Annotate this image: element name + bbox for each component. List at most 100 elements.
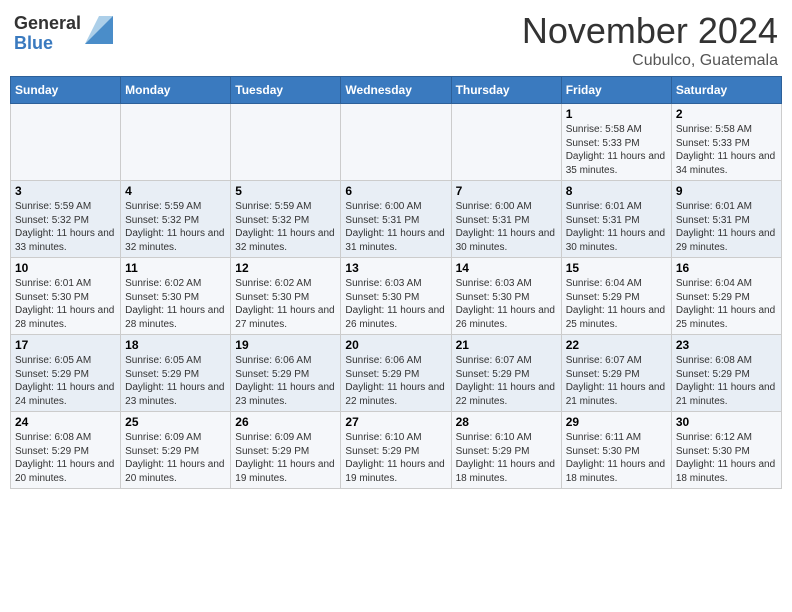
calendar-cell: 13 Sunrise: 6:03 AMSunset: 5:30 PMDayligh…	[341, 258, 451, 335]
day-number: 29	[566, 415, 667, 429]
day-number: 13	[345, 261, 446, 275]
day-number: 16	[676, 261, 777, 275]
calendar-cell: 2 Sunrise: 5:58 AMSunset: 5:33 PMDaylight…	[671, 104, 781, 181]
day-info: Sunrise: 6:06 AMSunset: 5:29 PMDaylight:…	[345, 354, 446, 408]
calendar-cell: 11Sunrise: 6:02 AMSunset: 5:30 PMDayligh…	[121, 258, 231, 335]
location: Cubulco, Guatemala	[522, 52, 778, 70]
day-info: Sunrise: 6:04 AMSunset: 5:29 PMDaylight:…	[566, 277, 667, 331]
calendar-cell: 25 Sunrise: 6:09 AMSunset: 5:29 PMDayligh…	[121, 412, 231, 489]
day-number: 25	[125, 415, 226, 429]
calendar-cell	[231, 104, 341, 181]
calendar-cell: 6Sunrise: 6:00 AMSunset: 5:31 PMDaylight…	[341, 181, 451, 258]
weekday-header-sunday: Sunday	[11, 77, 121, 104]
day-info: Sunrise: 5:58 AMSunset: 5:33 PMDaylight:…	[676, 123, 777, 177]
calendar-cell: 3Sunrise: 5:59 AMSunset: 5:32 PMDaylight…	[11, 181, 121, 258]
calendar-cell: 16 Sunrise: 6:04 AMSunset: 5:29 PMDayligh…	[671, 258, 781, 335]
calendar-cell: 26 Sunrise: 6:09 AMSunset: 5:29 PMDayligh…	[231, 412, 341, 489]
calendar-table: SundayMondayTuesdayWednesdayThursdayFrid…	[10, 76, 782, 489]
weekday-header-saturday: Saturday	[671, 77, 781, 104]
calendar-cell: 8Sunrise: 6:01 AMSunset: 5:31 PMDaylight…	[561, 181, 671, 258]
day-number: 20	[345, 338, 446, 352]
calendar-week-3: 10 Sunrise: 6:01 AMSunset: 5:30 PMDayligh…	[11, 258, 782, 335]
day-info: Sunrise: 6:05 AMSunset: 5:29 PMDaylight:…	[125, 354, 226, 408]
day-info: Sunrise: 6:04 AMSunset: 5:29 PMDaylight:…	[676, 277, 777, 331]
day-info: Sunrise: 6:00 AMSunset: 5:31 PMDaylight:…	[345, 200, 446, 254]
title-block: November 2024 Cubulco, Guatemala	[522, 10, 778, 70]
day-number: 14	[456, 261, 557, 275]
day-info: Sunrise: 6:06 AMSunset: 5:29 PMDaylight:…	[235, 354, 336, 408]
day-info: Sunrise: 6:07 AMSunset: 5:29 PMDaylight:…	[566, 354, 667, 408]
calendar-week-5: 24Sunrise: 6:08 AMSunset: 5:29 PMDayligh…	[11, 412, 782, 489]
day-info: Sunrise: 6:08 AMSunset: 5:29 PMDaylight:…	[676, 354, 777, 408]
calendar-cell: 22 Sunrise: 6:07 AMSunset: 5:29 PMDayligh…	[561, 335, 671, 412]
calendar-cell: 4 Sunrise: 5:59 AMSunset: 5:32 PMDaylight…	[121, 181, 231, 258]
day-number: 24	[15, 415, 116, 429]
calendar-header: SundayMondayTuesdayWednesdayThursdayFrid…	[11, 77, 782, 104]
calendar-week-1: 1 Sunrise: 5:58 AMSunset: 5:33 PMDaylight…	[11, 104, 782, 181]
month-title: November 2024	[522, 10, 778, 52]
day-number: 23	[676, 338, 777, 352]
day-info: Sunrise: 6:03 AMSunset: 5:30 PMDaylight:…	[345, 277, 446, 331]
day-number: 26	[235, 415, 336, 429]
calendar-week-4: 17 Sunrise: 6:05 AMSunset: 5:29 PMDayligh…	[11, 335, 782, 412]
day-number: 10	[15, 261, 116, 275]
day-info: Sunrise: 6:02 AMSunset: 5:30 PMDaylight:…	[235, 277, 336, 331]
day-number: 22	[566, 338, 667, 352]
calendar-cell: 20 Sunrise: 6:06 AMSunset: 5:29 PMDayligh…	[341, 335, 451, 412]
day-number: 4	[125, 184, 226, 198]
day-info: Sunrise: 6:00 AMSunset: 5:31 PMDaylight:…	[456, 200, 557, 254]
day-info: Sunrise: 6:10 AMSunset: 5:29 PMDaylight:…	[345, 431, 446, 485]
calendar-cell: 9 Sunrise: 6:01 AMSunset: 5:31 PMDaylight…	[671, 181, 781, 258]
calendar-week-2: 3Sunrise: 5:59 AMSunset: 5:32 PMDaylight…	[11, 181, 782, 258]
weekday-header-monday: Monday	[121, 77, 231, 104]
day-info: Sunrise: 5:58 AMSunset: 5:33 PMDaylight:…	[566, 123, 667, 177]
page-header: General Blue November 2024 Cubulco, Guat…	[10, 10, 782, 70]
calendar-cell: 10 Sunrise: 6:01 AMSunset: 5:30 PMDayligh…	[11, 258, 121, 335]
day-info: Sunrise: 6:09 AMSunset: 5:29 PMDaylight:…	[235, 431, 336, 485]
calendar-cell	[341, 104, 451, 181]
calendar-cell: 14 Sunrise: 6:03 AMSunset: 5:30 PMDayligh…	[451, 258, 561, 335]
calendar-cell: 15Sunrise: 6:04 AMSunset: 5:29 PMDayligh…	[561, 258, 671, 335]
day-number: 9	[676, 184, 777, 198]
logo-general-text: General	[14, 14, 81, 34]
day-info: Sunrise: 6:09 AMSunset: 5:29 PMDaylight:…	[125, 431, 226, 485]
calendar-cell: 1 Sunrise: 5:58 AMSunset: 5:33 PMDaylight…	[561, 104, 671, 181]
day-info: Sunrise: 6:01 AMSunset: 5:30 PMDaylight:…	[15, 277, 116, 331]
calendar-cell	[451, 104, 561, 181]
day-number: 28	[456, 415, 557, 429]
day-info: Sunrise: 5:59 AMSunset: 5:32 PMDaylight:…	[125, 200, 226, 254]
logo: General Blue	[14, 14, 113, 54]
day-info: Sunrise: 6:01 AMSunset: 5:31 PMDaylight:…	[566, 200, 667, 254]
day-info: Sunrise: 6:10 AMSunset: 5:29 PMDaylight:…	[456, 431, 557, 485]
calendar-cell: 23 Sunrise: 6:08 AMSunset: 5:29 PMDayligh…	[671, 335, 781, 412]
day-number: 30	[676, 415, 777, 429]
day-info: Sunrise: 6:02 AMSunset: 5:30 PMDaylight:…	[125, 277, 226, 331]
day-info: Sunrise: 6:01 AMSunset: 5:31 PMDaylight:…	[676, 200, 777, 254]
day-info: Sunrise: 6:11 AMSunset: 5:30 PMDaylight:…	[566, 431, 667, 485]
logo-icon	[85, 16, 113, 44]
weekday-header-wednesday: Wednesday	[341, 77, 451, 104]
calendar-cell: 18Sunrise: 6:05 AMSunset: 5:29 PMDayligh…	[121, 335, 231, 412]
calendar-cell: 24Sunrise: 6:08 AMSunset: 5:29 PMDayligh…	[11, 412, 121, 489]
calendar-cell: 17Sunrise: 6:05 AMSunset: 5:29 PMDayligh…	[11, 335, 121, 412]
day-number: 19	[235, 338, 336, 352]
day-number: 7	[456, 184, 557, 198]
day-number: 17	[15, 338, 116, 352]
day-info: Sunrise: 5:59 AMSunset: 5:32 PMDaylight:…	[235, 200, 336, 254]
day-number: 1	[566, 107, 667, 121]
calendar-cell: 29 Sunrise: 6:11 AMSunset: 5:30 PMDayligh…	[561, 412, 671, 489]
calendar-cell: 30 Sunrise: 6:12 AMSunset: 5:30 PMDayligh…	[671, 412, 781, 489]
logo-blue-text: Blue	[14, 34, 81, 54]
calendar-cell: 5Sunrise: 5:59 AMSunset: 5:32 PMDaylight…	[231, 181, 341, 258]
weekday-header-friday: Friday	[561, 77, 671, 104]
calendar-cell: 19 Sunrise: 6:06 AMSunset: 5:29 PMDayligh…	[231, 335, 341, 412]
day-number: 27	[345, 415, 446, 429]
day-info: Sunrise: 6:03 AMSunset: 5:30 PMDaylight:…	[456, 277, 557, 331]
day-number: 12	[235, 261, 336, 275]
calendar-cell: 12 Sunrise: 6:02 AMSunset: 5:30 PMDayligh…	[231, 258, 341, 335]
day-number: 2	[676, 107, 777, 121]
calendar-cell: 27 Sunrise: 6:10 AMSunset: 5:29 PMDayligh…	[341, 412, 451, 489]
day-info: Sunrise: 6:07 AMSunset: 5:29 PMDaylight:…	[456, 354, 557, 408]
day-info: Sunrise: 6:12 AMSunset: 5:30 PMDaylight:…	[676, 431, 777, 485]
calendar-cell	[121, 104, 231, 181]
